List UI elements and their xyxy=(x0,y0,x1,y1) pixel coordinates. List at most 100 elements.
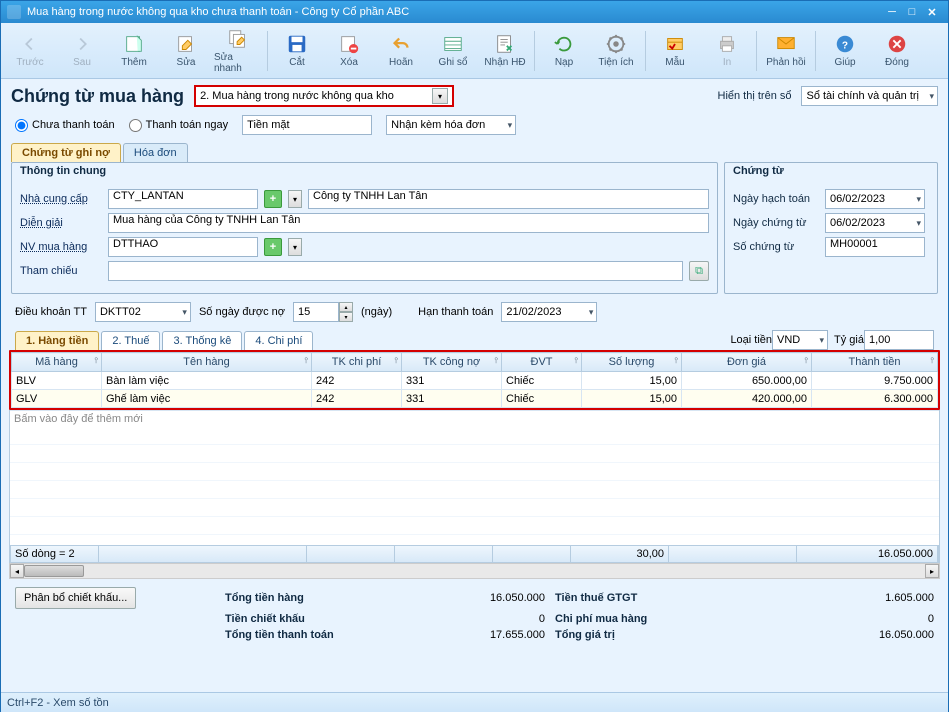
display-on-select[interactable]: Sổ tài chính và quản trị xyxy=(801,86,938,106)
allocate-discount-button[interactable]: Phân bổ chiết khấu... xyxy=(15,587,136,609)
due-date-input[interactable]: 21/02/2023 xyxy=(501,302,597,322)
feedback-button[interactable]: Phản hồi xyxy=(761,26,811,76)
reload-button[interactable]: Nạp xyxy=(539,26,589,76)
col-qty[interactable]: Số lượng⫯ xyxy=(582,353,682,372)
general-info-panel: Thông tin chung Nhà cung cấp CTY_LANTAN … xyxy=(11,162,718,294)
supplier-code-input[interactable]: CTY_LANTAN xyxy=(108,189,258,209)
grid-footer: Số dòng = 2 30,00 16.050.000 xyxy=(10,545,939,563)
grid-tabs-row: 1. Hàng tiền 2. Thuế 3. Thống kê 4. Chi … xyxy=(1,330,948,350)
acc-date-input[interactable]: 06/02/2023 xyxy=(825,189,925,209)
acc-date-label: Ngày hạch toán xyxy=(733,193,819,205)
description-input[interactable]: Mua hàng của Công ty TNHH Lan Tân xyxy=(108,213,709,233)
purchase-cost-label: Chi phí mua hàng xyxy=(555,613,735,625)
grid-tab-items[interactable]: 1. Hàng tiền xyxy=(15,331,99,350)
col-price[interactable]: Đơn giá⫯ xyxy=(682,353,812,372)
items-grid: Mã hàng⫯ Tên hàng⫯ TK chi phí⫯ TK công n… xyxy=(9,350,940,410)
supplier-name-input[interactable]: Công ty TNHH Lan Tân xyxy=(308,189,709,209)
post-button[interactable]: Ghi sổ xyxy=(428,26,478,76)
col-liability-acc[interactable]: TK công nợ⫯ xyxy=(402,353,502,372)
payment-terms-row: Điều khoản TT DKTT02 Số ngày được nợ 15 … xyxy=(1,294,948,330)
next-button[interactable]: Sau xyxy=(57,26,107,76)
receive-mode-select[interactable]: Nhận kèm hóa đơn xyxy=(386,115,516,135)
vat-label: Tiền thuế GTGT xyxy=(555,592,735,604)
discount-value: 0 xyxy=(415,613,545,625)
supplier-dropdown-button[interactable]: ▾ xyxy=(288,190,302,208)
credit-days-spinner[interactable]: 15 ▴▾ xyxy=(293,302,353,322)
help-button[interactable]: ?Giúp xyxy=(820,26,870,76)
template-button[interactable]: Mẫu xyxy=(650,26,700,76)
col-expense-acc[interactable]: TK chi phí⫯ xyxy=(312,353,402,372)
col-amount[interactable]: Thành tiền⫯ xyxy=(812,353,938,372)
table-row[interactable]: BLVBàn làm việc242331Chiếc15,00650.000,0… xyxy=(12,372,938,390)
close-window-button[interactable]: ✕ xyxy=(922,6,942,19)
staff-input[interactable]: DTTHAO xyxy=(108,237,258,257)
payment-method-field[interactable]: Tiền mặt xyxy=(242,115,372,135)
grid-tab-tax[interactable]: 2. Thuế xyxy=(101,331,160,350)
vou-date-label: Ngày chứng từ xyxy=(733,217,819,229)
grand-total-label: Tổng giá trị xyxy=(555,629,735,641)
col-unit[interactable]: ĐVT⫯ xyxy=(502,353,582,372)
discount-label: Tiền chiết khấu xyxy=(225,613,405,625)
page-title: Chứng từ mua hàng xyxy=(11,86,184,107)
grand-total-value: 16.050.000 xyxy=(745,629,934,641)
total-label: Tổng tiền thanh toán xyxy=(225,629,405,641)
vou-date-input[interactable]: 06/02/2023 xyxy=(825,213,925,233)
close-button[interactable]: Đóng xyxy=(872,26,922,76)
grid-tab-cost[interactable]: 4. Chi phí xyxy=(244,331,313,350)
utility-button[interactable]: Tiện ích xyxy=(591,26,641,76)
quick-edit-button[interactable]: Sửa nhanh xyxy=(213,26,263,76)
status-bar: Ctrl+F2 - Xem số tồn xyxy=(1,692,948,712)
reference-label: Tham chiếu xyxy=(20,265,102,277)
table-row[interactable]: GLVGhế làm việc242331Chiếc15,00420.000,0… xyxy=(12,390,938,408)
app-icon xyxy=(7,5,21,19)
minimize-button[interactable]: ─ xyxy=(882,6,902,18)
tab-debit-voucher[interactable]: Chứng từ ghi nợ xyxy=(11,143,121,162)
staff-label[interactable]: NV mua hàng xyxy=(20,241,102,253)
header-row: Chứng từ mua hàng 2. Mua hàng trong nước… xyxy=(1,79,948,113)
save-button[interactable]: Cắt xyxy=(272,26,322,76)
vat-value: 1.605.000 xyxy=(745,592,934,604)
receive-invoice-button[interactable]: Nhận HĐ xyxy=(480,26,530,76)
unpaid-radio[interactable]: Chưa thanh toán xyxy=(15,119,115,132)
staff-dropdown-button[interactable]: ▾ xyxy=(288,238,302,256)
chevron-down-icon: ▾ xyxy=(432,88,448,104)
add-button[interactable]: Thêm xyxy=(109,26,159,76)
edit-button[interactable]: Sửa xyxy=(161,26,211,76)
paynow-radio[interactable]: Thanh toán ngay xyxy=(129,119,229,132)
main-toolbar: Trước Sau Thêm Sửa Sửa nhanh Cắt Xóa Hoã… xyxy=(1,23,948,79)
grid-empty-area[interactable] xyxy=(10,427,939,545)
credit-days-label: Số ngày được nợ xyxy=(199,306,285,318)
currency-label: Loại tiền xyxy=(730,334,772,346)
reference-input[interactable] xyxy=(108,261,683,281)
vou-no-input[interactable]: MH00001 xyxy=(825,237,925,257)
reference-lookup-button[interactable]: ⧉ xyxy=(689,261,709,281)
print-button[interactable]: In xyxy=(702,26,752,76)
total-value: 17.655.000 xyxy=(415,629,545,641)
title-bar: Mua hàng trong nước không qua kho chưa t… xyxy=(1,1,948,23)
svg-text:?: ? xyxy=(842,41,848,52)
maximize-button[interactable]: □ xyxy=(902,6,922,18)
vou-no-label: Số chứng từ xyxy=(733,241,819,253)
display-on-label: Hiển thị trên sổ xyxy=(718,90,792,102)
supplier-label[interactable]: Nhà cung cấp xyxy=(20,193,102,205)
description-label[interactable]: Diễn giải xyxy=(20,217,102,229)
term-select[interactable]: DKTT02 xyxy=(95,302,191,322)
undo-button[interactable]: Hoãn xyxy=(376,26,426,76)
col-name[interactable]: Tên hàng⫯ xyxy=(102,353,312,372)
rate-input[interactable]: 1,00 xyxy=(864,330,934,350)
due-date-label: Hạn thanh toán xyxy=(418,306,493,318)
add-supplier-button[interactable]: + xyxy=(264,190,282,208)
grid-tab-stats[interactable]: 3. Thống kê xyxy=(162,331,242,350)
tab-invoice[interactable]: Hóa đơn xyxy=(123,143,188,162)
rate-label: Tỷ giá xyxy=(834,334,864,346)
delete-button[interactable]: Xóa xyxy=(324,26,374,76)
currency-select[interactable]: VND xyxy=(772,330,828,350)
purchase-cost-value: 0 xyxy=(745,613,934,625)
col-code[interactable]: Mã hàng⫯ xyxy=(12,353,102,372)
prev-button[interactable]: Trước xyxy=(5,26,55,76)
add-new-row-hint[interactable]: Bấm vào đây để thêm mới xyxy=(10,410,939,427)
add-staff-button[interactable]: + xyxy=(264,238,282,256)
status-hint: Ctrl+F2 - Xem số tồn xyxy=(7,697,109,709)
voucher-type-dropdown[interactable]: 2. Mua hàng trong nước không qua kho ▾ xyxy=(194,85,454,107)
grid-horizontal-scrollbar[interactable]: ◂▸ xyxy=(9,563,940,579)
